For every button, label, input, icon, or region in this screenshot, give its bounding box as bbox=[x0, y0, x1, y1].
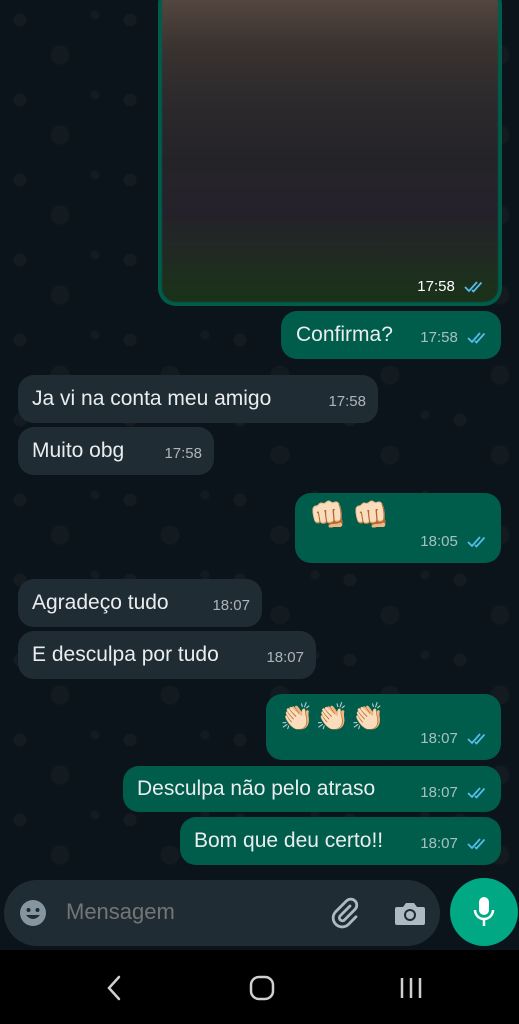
message-text: Confirma? bbox=[296, 323, 393, 346]
message-emoji: 👊🏻👊🏻 bbox=[309, 499, 396, 532]
read-ticks-icon bbox=[467, 332, 486, 344]
message-time: 17:58 bbox=[420, 325, 489, 351]
message-time: 18:07 bbox=[212, 597, 250, 614]
message-text: Ja vi na conta meu amigo bbox=[32, 387, 272, 410]
message-bubble-incoming[interactable]: Agradeço tudo 18:07 bbox=[18, 579, 262, 627]
attach-icon[interactable] bbox=[328, 896, 362, 930]
image-message[interactable]: 17:58 bbox=[158, 0, 502, 306]
blurred-image[interactable] bbox=[162, 0, 498, 302]
message-text: Muito obg bbox=[32, 439, 125, 462]
message-time: 17:58 bbox=[417, 278, 486, 295]
message-bubble-outgoing[interactable]: Bom que deu certo!! 18:07 bbox=[180, 817, 501, 865]
message-text: Desculpa não pelo atraso bbox=[137, 777, 376, 800]
message-bubble-incoming[interactable]: Muito obg 17:58 bbox=[18, 427, 214, 475]
voice-message-button[interactable] bbox=[450, 878, 518, 946]
message-bubble-outgoing[interactable]: Confirma? 17:58 bbox=[281, 311, 501, 359]
recents-icon[interactable] bbox=[398, 975, 424, 1001]
message-time: 18:05 bbox=[420, 529, 489, 555]
read-ticks-icon bbox=[467, 787, 486, 799]
message-composer bbox=[4, 880, 440, 946]
message-time: 17:58 bbox=[164, 445, 202, 462]
message-emoji: 👏🏻👏🏻👏🏻 bbox=[280, 702, 387, 732]
message-time: 18:07 bbox=[420, 780, 489, 806]
home-icon[interactable] bbox=[249, 975, 275, 1001]
message-time: 18:07 bbox=[266, 649, 304, 666]
read-ticks-icon bbox=[464, 281, 483, 293]
message-time: 18:07 bbox=[420, 831, 489, 857]
message-bubble-incoming[interactable]: Ja vi na conta meu amigo 17:58 bbox=[18, 375, 378, 423]
message-time: 17:58 bbox=[328, 393, 366, 410]
message-bubble-outgoing[interactable]: 👏🏻👏🏻👏🏻 18:07 bbox=[266, 694, 501, 760]
mic-icon bbox=[473, 897, 495, 926]
emoji-icon[interactable] bbox=[18, 898, 48, 928]
system-navigation-bar bbox=[0, 950, 519, 1024]
message-text: Agradeço tudo bbox=[32, 591, 169, 614]
back-icon[interactable] bbox=[104, 975, 124, 1001]
message-text: E desculpa por tudo bbox=[32, 643, 219, 666]
message-time: 18:07 bbox=[420, 726, 489, 752]
read-ticks-icon bbox=[467, 733, 486, 745]
camera-icon[interactable] bbox=[394, 898, 426, 928]
message-input[interactable] bbox=[66, 899, 316, 925]
message-bubble-incoming[interactable]: E desculpa por tudo 18:07 bbox=[18, 631, 316, 679]
read-ticks-icon bbox=[467, 838, 486, 850]
message-bubble-outgoing[interactable]: 👊🏻👊🏻 18:05 bbox=[295, 493, 501, 563]
message-text: Bom que deu certo!! bbox=[194, 829, 384, 852]
message-bubble-outgoing[interactable]: Desculpa não pelo atraso 18:07 bbox=[123, 766, 501, 812]
read-ticks-icon bbox=[467, 536, 486, 548]
